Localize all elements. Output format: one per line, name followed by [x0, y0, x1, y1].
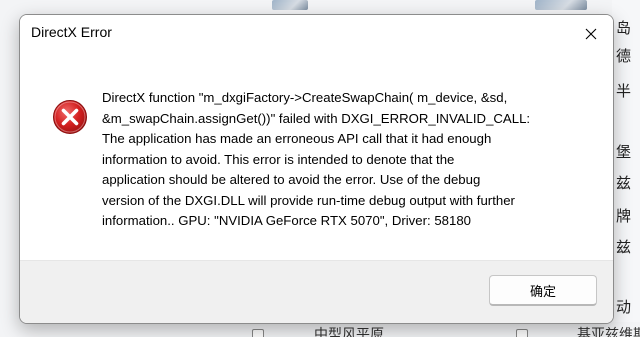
error-icon	[53, 100, 87, 134]
background-thumbnail	[535, 0, 587, 10]
background-list-text: 兹	[616, 238, 632, 256]
dialog-footer: 确定	[20, 260, 613, 323]
background-checkbox[interactable]	[516, 329, 528, 337]
background-thumbnail	[272, 0, 308, 10]
background-list-text: 兹	[616, 174, 632, 192]
dialog-title: DirectX Error	[31, 24, 112, 40]
directx-error-dialog: DirectX Error DirectX function "m_dxgiFa…	[19, 14, 614, 324]
close-button[interactable]	[569, 15, 613, 52]
error-message: DirectX function "m_dxgiFactory->CreateS…	[102, 90, 531, 228]
background-list-text: 半	[616, 82, 632, 100]
dialog-content: DirectX function "m_dxgiFactory->CreateS…	[20, 52, 613, 260]
dialog-titlebar[interactable]: DirectX Error	[20, 15, 613, 52]
background-list-text: 牌	[616, 207, 632, 225]
background-list-text: 德	[616, 47, 632, 65]
background-list-text: 岛	[616, 19, 632, 37]
background-list-text: 中型风平原	[314, 327, 384, 337]
ok-button[interactable]: 确定	[489, 275, 597, 306]
background-checkbox[interactable]	[252, 329, 264, 337]
background-list-text: 基亚兹维斯	[577, 327, 640, 337]
close-icon	[585, 28, 597, 39]
background-list-text: 堡	[616, 143, 632, 161]
background-list-text: 动	[616, 298, 632, 316]
